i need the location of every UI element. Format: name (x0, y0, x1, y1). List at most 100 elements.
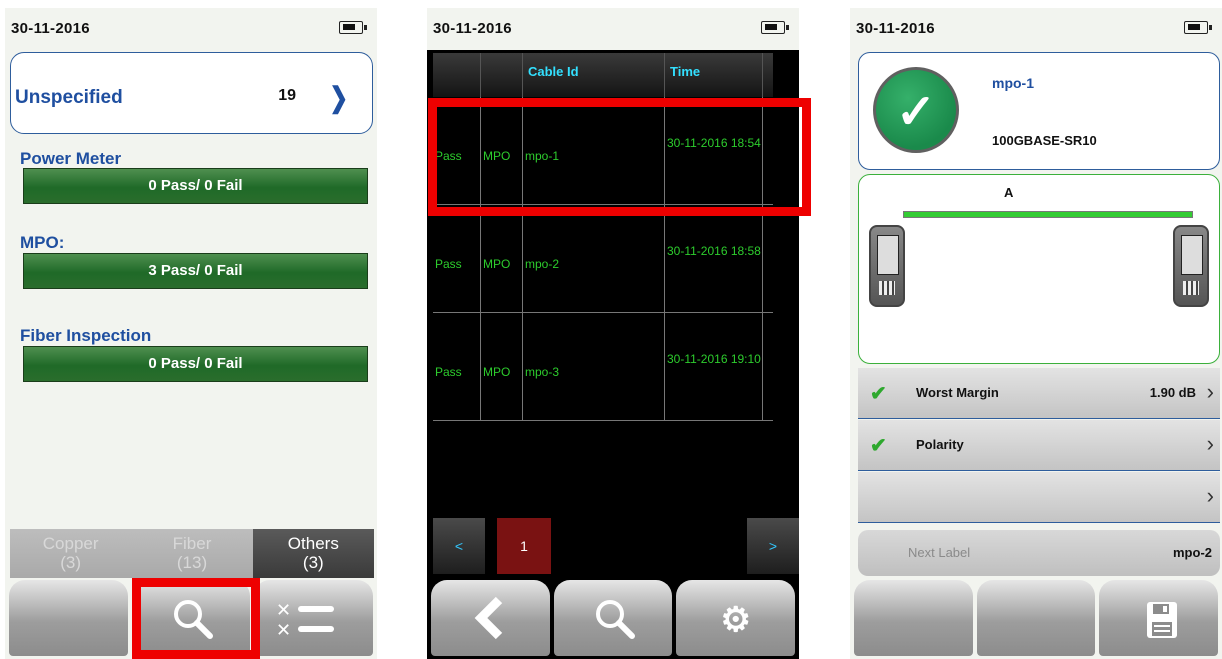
next-label-caption: Next Label (908, 545, 971, 560)
pass-check-icon: ✓ (873, 67, 959, 153)
tester-icon (1173, 225, 1209, 307)
check-icon: ✔ (870, 435, 887, 457)
softkey-row: ✕ ✕ (5, 580, 377, 659)
screen-results-list: 30-11-2016 Cable Id Time Pass MPO mpo-1 … (427, 8, 799, 659)
check-icon: ✔ (870, 383, 887, 405)
results-table: Cable Id Time Pass MPO mpo-1 30-11-2016 … (433, 53, 773, 421)
status-bar: 30-11-2016 (850, 8, 1222, 50)
softkey-row (850, 580, 1222, 659)
cell-time: 30-11-2016 19:10 (665, 313, 763, 420)
cell-type: MPO (481, 205, 523, 312)
search-button[interactable] (131, 580, 251, 656)
softkey-blank[interactable] (854, 580, 973, 656)
cell-status: Pass (433, 313, 481, 420)
result-cable-id: mpo-1 (992, 75, 1034, 91)
result-standard: 100GBASE-SR10 (992, 133, 1097, 148)
next-page-button[interactable]: > (747, 518, 799, 574)
chevron-right-icon[interactable]: ❯ (329, 81, 348, 114)
item-label: Polarity (916, 437, 964, 452)
section-label-power-meter: Power Meter (20, 149, 122, 168)
chevron-right-icon: › (1206, 431, 1214, 456)
tab-label: Others (287, 534, 339, 553)
cell-type: MPO (481, 313, 523, 420)
delete-list-icon: ✕ ✕ (276, 600, 335, 641)
fiber-link (903, 211, 1193, 218)
diagram-label: A (1004, 185, 1014, 200)
summary-bar-fiber-inspection[interactable]: 0 Pass/ 0 Fail (23, 346, 368, 382)
prev-page-button[interactable]: < (433, 518, 485, 574)
item-value: 1.90 dB (1149, 385, 1196, 400)
list-item-worst-margin[interactable]: ✔ Worst Margin 1.90 dB › (858, 368, 1220, 419)
search-icon (173, 600, 213, 639)
date-label: 30-11-2016 (856, 20, 935, 37)
table-row[interactable]: Pass MPO mpo-3 30-11-2016 19:10 (433, 313, 773, 421)
cell-cable-id: mpo-3 (523, 313, 665, 420)
battery-icon (761, 21, 789, 34)
list-item-polarity[interactable]: ✔ Polarity › (858, 420, 1220, 471)
search-button[interactable] (553, 580, 673, 656)
screen-result-detail: 30-11-2016 ✓ mpo-1 100GBASE-SR10 A ✔ Wor… (850, 8, 1222, 659)
svg-text:✕: ✕ (276, 600, 291, 621)
softkey-blank[interactable] (976, 580, 1096, 656)
section-label-fiber-inspection: Fiber Inspection (20, 326, 152, 345)
chevron-right-icon: › (1206, 379, 1214, 404)
battery-icon (339, 21, 367, 34)
tab-count: (13) (176, 553, 208, 572)
status-bar: 30-11-2016 (427, 8, 799, 50)
gear-icon: ⚙ (720, 601, 751, 639)
connection-diagram: A (858, 174, 1220, 364)
project-name: Unspecified (15, 87, 123, 108)
back-icon (474, 596, 503, 640)
cell-status: Pass (433, 97, 481, 204)
tab-count: (3) (60, 553, 82, 572)
svg-text:✕: ✕ (276, 620, 291, 641)
status-bar: 30-11-2016 (5, 8, 377, 50)
section-label-mpo: MPO: (20, 233, 65, 252)
cell-time: 30-11-2016 18:58 (665, 205, 763, 312)
table-row[interactable]: Pass MPO mpo-1 30-11-2016 18:54 (433, 97, 773, 205)
column-header-time[interactable]: Time (665, 53, 763, 97)
cell-cable-id: mpo-1 (523, 97, 665, 204)
project-card[interactable]: Unspecified 19 ❯ (10, 52, 373, 134)
softkey-row: ⚙ (427, 580, 799, 659)
cell-cable-id: mpo-2 (523, 205, 665, 312)
tab-fiber[interactable]: Fiber (13) (131, 529, 253, 578)
save-button[interactable] (1099, 580, 1219, 656)
screen-results-summary: 30-11-2016 Unspecified 19 ❯ Power Meter … (5, 8, 377, 659)
tab-others[interactable]: Others (3) (252, 529, 374, 578)
item-label: Worst Margin (916, 385, 999, 400)
page-number[interactable]: 1 (497, 518, 551, 574)
category-tabs: Copper (3) Fiber (13) Others (3) (10, 529, 374, 578)
softkey-blank[interactable] (9, 580, 128, 656)
column-header-cable-id[interactable]: Cable Id (523, 53, 665, 97)
summary-bar-power-meter[interactable]: 0 Pass/ 0 Fail (23, 168, 368, 204)
chevron-right-icon: › (1206, 483, 1214, 508)
result-card[interactable]: ✓ mpo-1 100GBASE-SR10 (858, 52, 1220, 170)
battery-icon (1184, 21, 1212, 34)
table-row[interactable]: Pass MPO mpo-2 30-11-2016 18:58 (433, 205, 773, 313)
back-button[interactable] (431, 580, 550, 656)
cell-status: Pass (433, 205, 481, 312)
cell-time: 30-11-2016 18:54 (665, 97, 763, 204)
tab-label: Copper (42, 534, 99, 553)
date-label: 30-11-2016 (433, 20, 512, 37)
pager: < 1 > (433, 518, 799, 574)
summary-bar-mpo[interactable]: 3 Pass/ 0 Fail (23, 253, 368, 289)
column-header-status[interactable] (433, 53, 481, 97)
table-header: Cable Id Time (433, 53, 773, 97)
save-icon (1147, 602, 1178, 638)
column-header-type[interactable] (481, 53, 523, 97)
tester-icon (869, 225, 905, 307)
project-count: 19 (278, 87, 296, 104)
list-item-empty[interactable]: › (858, 472, 1220, 523)
search-icon (595, 600, 635, 639)
next-label-value: mpo-2 (1173, 545, 1212, 560)
tab-label: Fiber (172, 534, 212, 553)
tab-copper[interactable]: Copper (3) (10, 529, 132, 578)
date-label: 30-11-2016 (11, 20, 90, 37)
cell-type: MPO (481, 97, 523, 204)
delete-list-button[interactable]: ✕ ✕ (254, 580, 374, 656)
settings-button[interactable]: ⚙ (676, 580, 796, 656)
next-label-field[interactable]: Next Label mpo-2 (858, 530, 1220, 576)
tab-count: (3) (302, 553, 324, 572)
